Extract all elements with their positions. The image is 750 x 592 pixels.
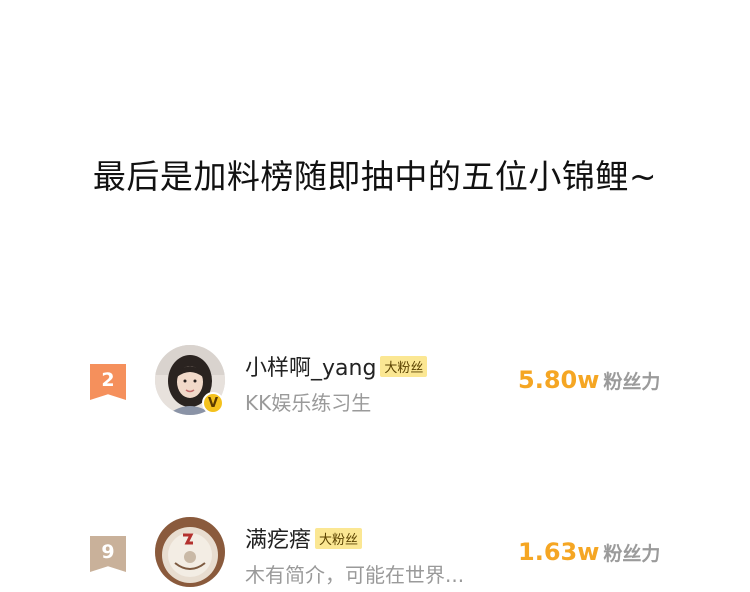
user-name-text: 小样啊_yang [245, 356, 377, 381]
user-name[interactable]: 小样啊_yang 大粉丝 [245, 350, 428, 382]
fan-level-badge: 大粉丝 [315, 528, 363, 549]
avatar-photo-icon [155, 517, 225, 587]
fan-list-item[interactable]: 9 满疙瘩 大粉丝 木有简介，可能在世界... 1.63w 粉丝力 [0, 512, 750, 592]
user-name[interactable]: 满疙瘩 大粉丝 [245, 522, 363, 554]
fan-power-label: 粉丝力 [603, 543, 661, 565]
fan-power-value: 5.80w [518, 366, 600, 394]
user-subtitle: KK娱乐练习生 [245, 391, 372, 415]
rank-badge: 9 [90, 536, 126, 572]
fan-power-value: 1.63w [518, 538, 600, 566]
user-name-text: 满疙瘩 [245, 528, 312, 553]
rank-badge: 2 [90, 364, 126, 400]
fan-level-badge: 大粉丝 [380, 356, 428, 377]
fan-power: 1.63w 粉丝力 [518, 538, 660, 566]
fan-power: 5.80w 粉丝力 [518, 366, 660, 394]
verified-badge-icon: V [202, 392, 224, 414]
fan-power-label: 粉丝力 [603, 371, 661, 393]
avatar[interactable] [155, 517, 225, 587]
headline: 最后是加料榜随即抽中的五位小锦鲤~ [92, 157, 658, 196]
fan-list-item[interactable]: 2 V 小样啊_yang 大粉丝 KK娱乐练习生 5.80w 粉丝力 [0, 340, 750, 420]
user-subtitle: 木有简介，可能在世界... [245, 563, 465, 587]
